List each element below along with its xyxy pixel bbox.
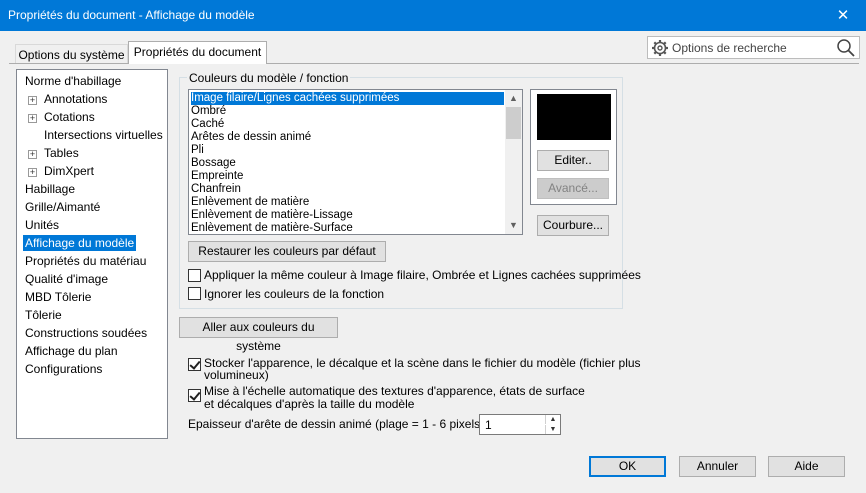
help-button[interactable]: Aide xyxy=(768,456,845,477)
dialog-client: Options du système Propriétés du documen… xyxy=(1,31,865,492)
colors-group-title: Couleurs du modèle / fonction xyxy=(187,71,351,85)
edge-thickness-stepper[interactable]: 1 ▲ ▼ xyxy=(479,414,561,435)
list-item[interactable]: Pli xyxy=(191,144,204,157)
store-appearance-label-line1: Stocker l'apparence, le décalque et la s… xyxy=(204,356,641,370)
spin-down-icon[interactable]: ▼ xyxy=(545,425,560,434)
expand-icon[interactable]: + xyxy=(28,150,37,159)
ok-button[interactable]: OK xyxy=(589,456,666,477)
color-swatch xyxy=(537,94,611,140)
tree-item-plan[interactable]: Affichage du plan xyxy=(25,343,118,359)
edit-button[interactable]: Editer.. xyxy=(537,150,609,171)
tree-item-cotations[interactable]: Cotations xyxy=(44,109,95,125)
tree-item-soudees[interactable]: Constructions soudées xyxy=(25,325,147,341)
tree-item-grille[interactable]: Grille/Aimanté xyxy=(25,199,100,215)
scroll-down-icon[interactable]: ▼ xyxy=(505,217,522,234)
system-colors-button[interactable]: Aller aux couleurs du système xyxy=(179,317,338,353)
list-item[interactable]: Enlèvement de matière-Surface xyxy=(191,222,353,234)
gear-icon xyxy=(652,40,668,56)
window-title: Propriétés du document - Affichage du mo… xyxy=(8,8,255,22)
list-item[interactable]: Enlèvement de matière-Lissage xyxy=(191,209,353,222)
list-item[interactable]: Enlèvement de matière xyxy=(191,196,309,209)
edge-thickness-label: Epaisseur d'arête de dessin animé (plage… xyxy=(188,417,488,431)
tree-item-unites[interactable]: Unités xyxy=(25,217,59,233)
tree-item-habillage[interactable]: Habillage xyxy=(25,181,75,197)
spin-up-icon[interactable]: ▲ xyxy=(545,415,560,424)
tab-label: Options du système xyxy=(18,48,125,62)
ignore-colors-checkbox[interactable] xyxy=(188,287,201,300)
colors-listbox[interactable]: Image filaire/Lignes cachées supprimées … xyxy=(188,89,523,235)
expand-icon[interactable]: + xyxy=(28,168,37,177)
title-bar: Propriétés du document - Affichage du mo… xyxy=(0,0,866,31)
apply-same-label: Appliquer la même couleur à Image filair… xyxy=(204,268,641,282)
tree-item-tolerie[interactable]: Tôlerie xyxy=(25,307,62,323)
tree-item-annotations[interactable]: Annotations xyxy=(44,91,107,107)
ignore-colors-label: Ignorer les couleurs de la fonction xyxy=(204,287,385,301)
tab-label: Propriétés du document xyxy=(133,45,262,59)
list-scrollbar[interactable]: ▲ ▼ xyxy=(505,90,522,234)
tree-item-materiau[interactable]: Propriétés du matériau xyxy=(25,253,146,269)
search-icon[interactable] xyxy=(836,38,856,58)
restore-colors-button[interactable]: Restaurer les couleurs par défaut xyxy=(188,241,386,262)
search-input[interactable]: Options de recherche xyxy=(672,41,787,55)
scroll-thumb[interactable] xyxy=(506,107,521,139)
list-item[interactable]: Bossage xyxy=(191,157,236,170)
tab-document-properties[interactable]: Propriétés du document xyxy=(128,41,267,64)
auto-scale-label-line2: et décalques d'après la taille du modèle xyxy=(204,397,415,411)
advanced-button[interactable]: Avancé... xyxy=(537,178,609,199)
tree-item-mbd-tolerie[interactable]: MBD Tôlerie xyxy=(25,289,91,305)
tree-item-intersections[interactable]: Intersections virtuelles xyxy=(44,127,163,143)
tree-item-configurations[interactable]: Configurations xyxy=(25,361,102,377)
curvature-button[interactable]: Courbure... xyxy=(537,215,609,236)
cancel-button[interactable]: Annuler xyxy=(679,456,756,477)
list-item[interactable]: Arêtes de dessin animé xyxy=(191,131,311,144)
tree-item-tables[interactable]: Tables xyxy=(44,145,79,161)
options-tree[interactable]: Norme d'habillage + Annotations + Cotati… xyxy=(16,69,168,439)
list-item[interactable]: Chanfrein xyxy=(191,183,241,196)
list-item[interactable]: Empreinte xyxy=(191,170,243,183)
close-icon[interactable]: ✕ xyxy=(820,0,866,31)
store-appearance-label-line2: volumineux) xyxy=(204,368,269,382)
store-appearance-checkbox[interactable] xyxy=(188,358,201,371)
tree-item-qualite[interactable]: Qualité d'image xyxy=(25,271,108,287)
expand-icon[interactable]: + xyxy=(28,96,37,105)
list-item[interactable]: Ombré xyxy=(191,105,226,118)
tree-item-norme[interactable]: Norme d'habillage xyxy=(25,73,121,89)
edge-thickness-value[interactable]: 1 xyxy=(485,418,492,432)
list-item[interactable]: Image filaire/Lignes cachées supprimées xyxy=(191,92,504,105)
list-item[interactable]: Caché xyxy=(191,118,224,131)
search-box[interactable]: Options de recherche xyxy=(647,36,860,59)
auto-scale-checkbox[interactable] xyxy=(188,389,201,402)
tree-item-dimxpert[interactable]: DimXpert xyxy=(44,163,94,179)
tab-system-options[interactable]: Options du système xyxy=(15,44,128,64)
apply-same-checkbox[interactable] xyxy=(188,269,201,282)
tree-item-affichage-modele[interactable]: Affichage du modèle xyxy=(23,235,137,251)
expand-icon[interactable]: + xyxy=(28,114,37,123)
scroll-up-icon[interactable]: ▲ xyxy=(505,90,522,107)
